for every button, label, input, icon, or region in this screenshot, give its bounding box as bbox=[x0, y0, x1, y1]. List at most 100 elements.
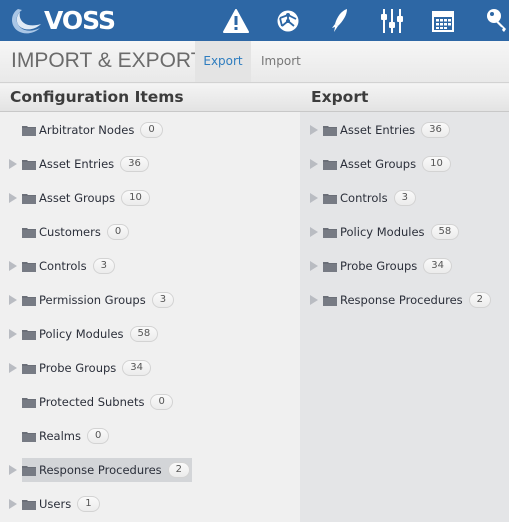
tree-item-body[interactable]: Response Procedures 2 bbox=[22, 458, 193, 482]
tree-item[interactable]: Probe Groups 34 bbox=[8, 358, 153, 378]
expand-arrow-icon[interactable] bbox=[309, 226, 319, 238]
folder-icon bbox=[22, 465, 36, 476]
tree-item-body[interactable]: Controls 3 bbox=[323, 186, 418, 210]
count-badge: 0 bbox=[106, 224, 130, 240]
folder-icon bbox=[22, 329, 36, 340]
tree-item-label: Response Procedures bbox=[340, 293, 463, 307]
expand-arrow-icon[interactable] bbox=[309, 294, 319, 306]
tree-item[interactable]: Protected Subnets 0 bbox=[8, 392, 175, 412]
expand-arrow-icon[interactable] bbox=[8, 294, 18, 306]
export-panel-title: Export bbox=[300, 84, 509, 112]
folder-icon bbox=[22, 159, 36, 170]
count-badge: 2 bbox=[167, 462, 191, 478]
folder-icon bbox=[323, 295, 337, 306]
folder-icon bbox=[22, 261, 36, 272]
tree-item-body[interactable]: Probe Groups 34 bbox=[22, 356, 153, 380]
tree-item[interactable]: Arbitrator Nodes 0 bbox=[8, 120, 165, 140]
count-badge: 58 bbox=[430, 224, 460, 240]
tree-item-body[interactable]: Policy Modules 58 bbox=[22, 322, 160, 346]
sliders-icon[interactable] bbox=[378, 7, 406, 35]
tree-item-label: Response Procedures bbox=[39, 463, 162, 477]
folder-icon bbox=[323, 125, 337, 136]
folder-icon bbox=[22, 431, 36, 442]
page-title: IMPORT & EXPORT bbox=[11, 49, 204, 72]
tree-item-label: Protected Subnets bbox=[39, 395, 145, 409]
top-navigation-bar: VOSS bbox=[0, 0, 509, 41]
tree-item[interactable]: Probe Groups 34 bbox=[309, 256, 454, 276]
count-badge: 36 bbox=[421, 122, 450, 138]
tree-item[interactable]: Policy Modules 58 bbox=[309, 222, 461, 242]
tree-item-label: Asset Groups bbox=[340, 157, 417, 171]
tree-item-body[interactable]: Protected Subnets 0 bbox=[22, 390, 175, 414]
configuration-items-panel: Configuration Items Arbitrator Nodes 0 Ass… bbox=[0, 84, 300, 522]
tree-item[interactable]: Asset Entries 36 bbox=[309, 120, 452, 140]
tree-item[interactable]: Policy Modules 58 bbox=[8, 324, 160, 344]
expand-arrow-icon[interactable] bbox=[309, 192, 319, 204]
expand-arrow-icon[interactable] bbox=[309, 260, 319, 272]
tree-item-body[interactable]: Policy Modules 58 bbox=[323, 220, 461, 244]
count-badge: 3 bbox=[151, 292, 175, 308]
tree-item[interactable]: Asset Groups 10 bbox=[8, 188, 152, 208]
tree-item-body[interactable]: Response Procedures 2 bbox=[323, 288, 493, 312]
tree-item-label: Asset Entries bbox=[340, 123, 416, 137]
expand-arrow-icon[interactable] bbox=[309, 124, 319, 136]
tree-item-body[interactable]: Users 1 bbox=[22, 492, 102, 516]
expand-arrow-icon[interactable] bbox=[8, 260, 18, 272]
expand-arrow-icon[interactable] bbox=[8, 362, 18, 374]
count-badge: 58 bbox=[129, 326, 159, 342]
tree-item-body[interactable]: Probe Groups 34 bbox=[323, 254, 454, 278]
voss-logo[interactable]: VOSS bbox=[8, 4, 116, 38]
tree-item-label: Arbitrator Nodes bbox=[39, 123, 135, 137]
expand-arrow-icon[interactable] bbox=[8, 192, 18, 204]
page-header: IMPORT & EXPORT Export Import bbox=[0, 41, 509, 83]
expand-arrow-icon[interactable] bbox=[309, 158, 319, 170]
tree-item-label: Users bbox=[39, 497, 72, 511]
tree-item-body[interactable]: Realms 0 bbox=[22, 424, 111, 448]
tree-item[interactable]: Controls 3 bbox=[309, 188, 418, 208]
folder-icon bbox=[22, 227, 36, 238]
count-badge: 3 bbox=[92, 258, 115, 274]
tree-item[interactable]: Asset Entries 36 bbox=[8, 154, 151, 174]
tree-item[interactable]: Response Procedures 2 bbox=[309, 290, 493, 310]
configuration-items-title: Configuration Items bbox=[0, 84, 300, 112]
tree-item-body[interactable]: Asset Entries 36 bbox=[22, 152, 151, 176]
tab-export[interactable]: Export bbox=[195, 41, 251, 82]
tree-item[interactable]: Permission Groups 3 bbox=[8, 290, 176, 310]
tree-item[interactable]: Asset Groups 10 bbox=[309, 154, 453, 174]
tree-item-body[interactable]: Permission Groups 3 bbox=[22, 288, 176, 312]
folder-icon bbox=[323, 193, 337, 204]
alert-icon[interactable] bbox=[222, 7, 250, 35]
tree-item[interactable]: Users 1 bbox=[8, 494, 102, 514]
count-badge: 2 bbox=[468, 292, 492, 308]
count-badge: 36 bbox=[120, 156, 149, 172]
folder-icon bbox=[22, 499, 36, 510]
tree-item-body[interactable]: Customers 0 bbox=[22, 220, 131, 244]
key-icon[interactable] bbox=[483, 7, 509, 35]
tab-import[interactable]: Import bbox=[251, 41, 311, 82]
rocket-icon[interactable] bbox=[326, 7, 354, 35]
folder-icon bbox=[22, 397, 36, 408]
expand-arrow-icon[interactable] bbox=[8, 158, 18, 170]
network-icon[interactable] bbox=[274, 7, 302, 35]
tree-item-label: Permission Groups bbox=[39, 293, 146, 307]
count-badge: 0 bbox=[150, 394, 173, 410]
count-badge: 10 bbox=[422, 156, 451, 172]
calendar-icon[interactable] bbox=[429, 7, 457, 35]
tree-item-body[interactable]: Controls 3 bbox=[22, 254, 117, 278]
tree-item[interactable]: Controls 3 bbox=[8, 256, 117, 276]
expand-arrow-icon[interactable] bbox=[8, 498, 18, 510]
tree-item-body[interactable]: Asset Entries 36 bbox=[323, 118, 452, 142]
expand-arrow-icon[interactable] bbox=[8, 464, 18, 476]
folder-icon bbox=[22, 193, 36, 204]
tree-item[interactable]: Customers 0 bbox=[8, 222, 131, 242]
tree-item[interactable]: Response Procedures 2 bbox=[8, 458, 193, 482]
expand-arrow-icon[interactable] bbox=[8, 328, 18, 340]
tree-item[interactable]: Realms 0 bbox=[8, 426, 111, 446]
tree-item-body[interactable]: Asset Groups 10 bbox=[22, 186, 152, 210]
tree-item-label: Realms bbox=[39, 429, 81, 443]
tree-item-label: Asset Groups bbox=[39, 191, 116, 205]
folder-icon bbox=[22, 125, 36, 136]
tree-item-label: Asset Entries bbox=[39, 157, 115, 171]
tree-item-body[interactable]: Asset Groups 10 bbox=[323, 152, 453, 176]
tree-item-body[interactable]: Arbitrator Nodes 0 bbox=[22, 118, 165, 142]
